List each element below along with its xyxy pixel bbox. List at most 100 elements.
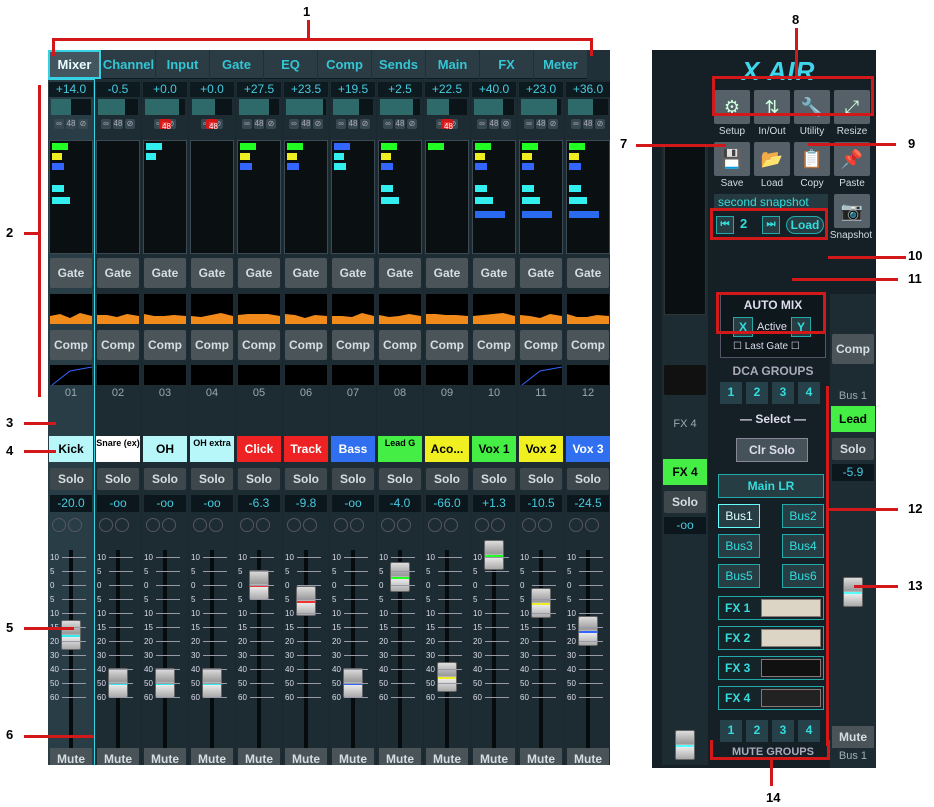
solo-button[interactable]: Solo (473, 468, 515, 490)
channel-name[interactable]: Snare (ex) (96, 436, 140, 462)
gate-graph[interactable] (379, 294, 421, 324)
trim-bar[interactable] (286, 99, 326, 115)
mute-group-3-button[interactable]: 3 (772, 720, 794, 742)
circle-icon[interactable] (162, 518, 176, 532)
solo-button[interactable]: Solo (332, 468, 374, 490)
channel-name[interactable]: Aco... (425, 436, 469, 462)
gain-value[interactable]: +2.5 (378, 82, 422, 97)
comp-graph[interactable] (426, 365, 468, 385)
tab-main[interactable]: Main (426, 50, 479, 79)
comp-graph[interactable] (567, 365, 609, 385)
gate-button[interactable]: Gate (50, 258, 92, 288)
tab-channel[interactable]: Channel (102, 50, 155, 79)
link-icon[interactable]: ∞ (242, 119, 252, 129)
phantom-icon[interactable]: 48 (536, 119, 546, 129)
link-icon[interactable]: ∞ (289, 119, 299, 129)
circle-icon[interactable] (99, 518, 113, 532)
comp-graph[interactable] (238, 365, 280, 385)
comp-graph[interactable] (332, 365, 374, 385)
gain-value[interactable]: +27.5 (237, 82, 281, 97)
comp-button[interactable]: Comp (379, 330, 421, 360)
fx-1-slot[interactable]: FX 1 (718, 596, 824, 620)
circle-icon[interactable] (475, 518, 489, 532)
comp-button[interactable]: Comp (332, 330, 374, 360)
gate-button[interactable]: Gate (473, 258, 515, 288)
comp-button[interactable]: Comp (285, 330, 327, 360)
mute-button[interactable]: Mute (426, 748, 468, 765)
tab-mixer[interactable]: Mixer (48, 50, 101, 79)
comp-button[interactable]: Comp (97, 330, 139, 360)
solo-button[interactable]: Solo (567, 468, 609, 490)
gate-graph[interactable] (567, 294, 609, 324)
circle-icon[interactable] (428, 518, 442, 532)
phantom-icon[interactable]: 48 (441, 119, 453, 131)
phantom-icon[interactable]: 48 (254, 119, 264, 129)
fx-2-slot[interactable]: FX 2 (718, 626, 824, 650)
comp-graph[interactable] (97, 365, 139, 385)
tab-input[interactable]: Input (156, 50, 209, 79)
comp-button[interactable]: Comp (144, 330, 186, 360)
circle-icon[interactable] (491, 518, 505, 532)
comp-graph[interactable] (520, 365, 562, 385)
tab-comp[interactable]: Comp (318, 50, 371, 79)
gate-button[interactable]: Gate (144, 258, 186, 288)
solo-button[interactable]: Solo (191, 468, 233, 490)
save-icon[interactable]: 💾 (714, 142, 750, 176)
tab-gate[interactable]: Gate (210, 50, 263, 79)
solo-button[interactable]: Solo (97, 468, 139, 490)
gain-value[interactable]: +0.0 (143, 82, 187, 97)
circle-icon[interactable] (115, 518, 129, 532)
gate-button[interactable]: Gate (426, 258, 468, 288)
channel-name[interactable]: Click (237, 436, 281, 462)
gate-graph[interactable] (520, 294, 562, 324)
phantom-icon[interactable]: 48 (395, 119, 405, 129)
bus-5-button[interactable]: Bus5 (718, 564, 760, 588)
solo-button[interactable]: Solo (144, 468, 186, 490)
gate-graph[interactable] (238, 294, 280, 324)
gate-graph[interactable] (473, 294, 515, 324)
phase-icon[interactable]: ⊘ (360, 119, 370, 129)
dca-3-button[interactable]: 3 (772, 382, 794, 404)
link-icon[interactable]: ∞ (101, 119, 111, 129)
circle-icon[interactable] (334, 518, 348, 532)
phantom-icon[interactable]: 48 (489, 119, 499, 129)
phase-icon[interactable]: ⊘ (595, 119, 605, 129)
phantom-icon[interactable]: 48 (159, 119, 171, 131)
comp-graph[interactable] (144, 365, 186, 385)
channel-name[interactable]: Track (284, 436, 328, 462)
solo-button[interactable]: Solo (379, 468, 421, 490)
link-icon[interactable]: ∞ (571, 119, 581, 129)
phantom-icon[interactable]: 48 (301, 119, 311, 129)
gate-graph[interactable] (191, 294, 233, 324)
tab-meter[interactable]: Meter (534, 50, 587, 79)
trim-bar[interactable] (474, 99, 514, 115)
gate-button[interactable]: Gate (379, 258, 421, 288)
circle-icon[interactable] (256, 518, 270, 532)
link-icon[interactable]: ∞ (54, 119, 64, 129)
main-lr-button[interactable]: Main LR (718, 474, 824, 498)
phase-icon[interactable]: ⊘ (313, 119, 323, 129)
phantom-icon[interactable]: 48 (66, 119, 76, 129)
gate-graph[interactable] (285, 294, 327, 324)
copy-icon[interactable]: 📋 (794, 142, 830, 176)
camera-icon[interactable]: 📷 (834, 194, 870, 228)
phantom-icon[interactable]: 48 (348, 119, 358, 129)
circle-icon[interactable] (52, 518, 66, 532)
mute-button[interactable]: Mute (285, 748, 327, 765)
trim-bar[interactable] (51, 99, 91, 115)
channel-name[interactable]: OH (143, 436, 187, 462)
link-icon[interactable]: ∞ (524, 119, 534, 129)
gate-graph[interactable] (332, 294, 374, 324)
clr-solo-button[interactable]: Clr Solo (736, 438, 808, 462)
comp-button[interactable]: Comp (473, 330, 515, 360)
circle-icon[interactable] (193, 518, 207, 532)
gate-graph[interactable] (50, 294, 92, 324)
gain-value[interactable]: +22.5 (425, 82, 469, 97)
channel-name[interactable]: Vox 2 (519, 436, 563, 462)
trim-bar[interactable] (239, 99, 279, 115)
comp-button[interactable]: Comp (567, 330, 609, 360)
phantom-icon[interactable]: 48 (113, 119, 123, 129)
mute-button[interactable]: Mute (97, 748, 139, 765)
circle-icon[interactable] (350, 518, 364, 532)
channel-name[interactable]: Vox 1 (472, 436, 516, 462)
